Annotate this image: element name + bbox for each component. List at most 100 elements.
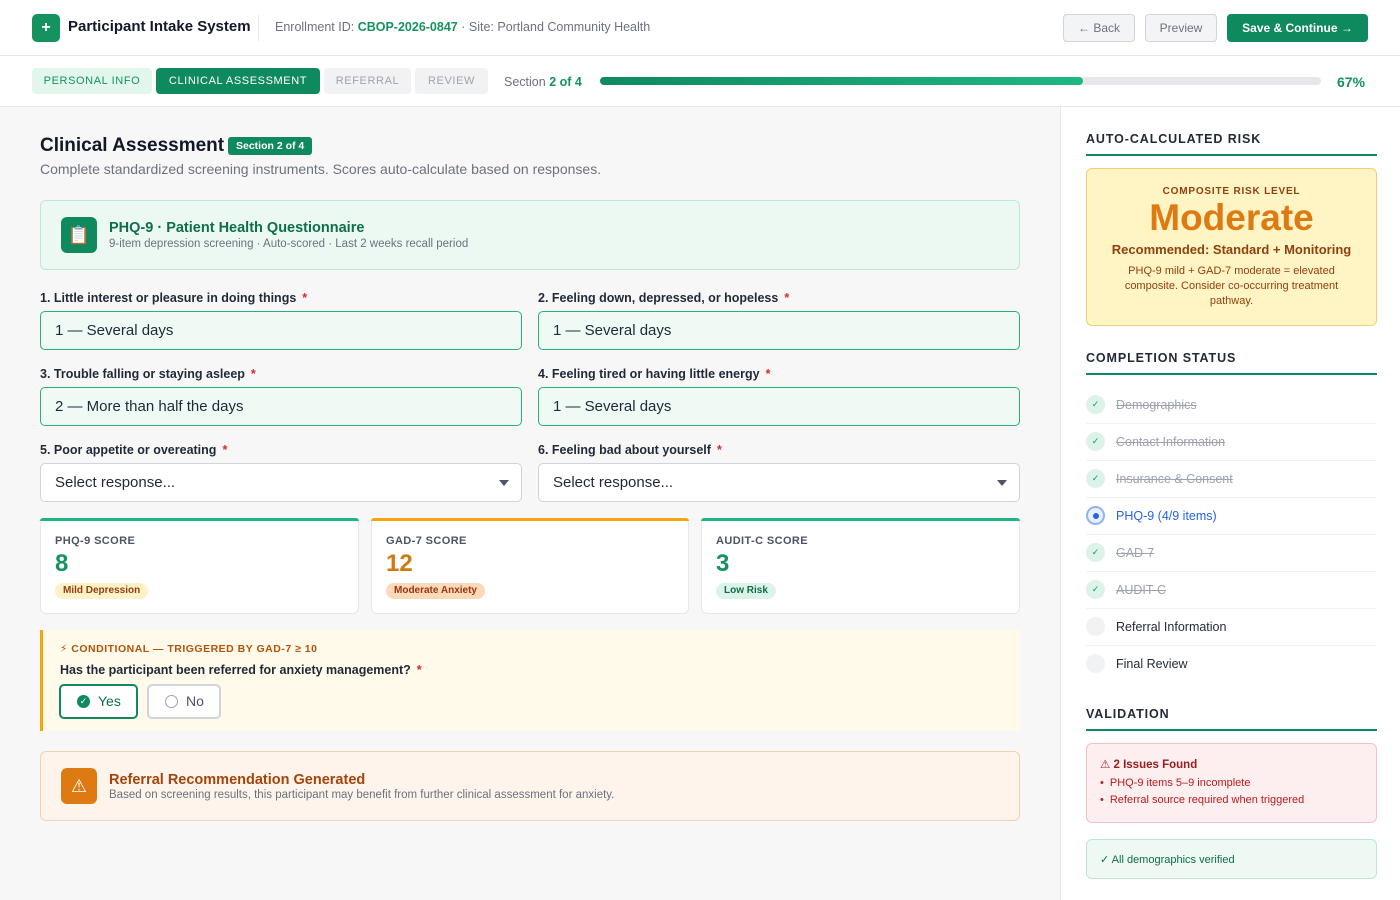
score-severity-badge: Low Risk xyxy=(716,583,776,599)
phq9-score-card: PHQ-9 SCORE 8 Mild Depression xyxy=(40,518,359,614)
referral-recommendation-card: ⚠ Referral Recommendation Generated Base… xyxy=(40,751,1020,821)
validation-issues-box: ⚠ 2 Issues Found • PHQ-9 items 5–9 incomp… xyxy=(1086,743,1377,823)
question-label: 5. Poor appetite or overeating * xyxy=(40,443,227,457)
score-accent-bar xyxy=(701,518,1020,521)
preview-button[interactable]: Preview xyxy=(1145,14,1217,42)
conditional-question-box: ⚡ CONDITIONAL — TRIGGERED BY GAD-7 ≥ 10 … xyxy=(40,630,1020,731)
question-text: 1. Little interest or pleasure in doing … xyxy=(40,291,297,305)
instrument-card: 📋 PHQ-9 · Patient Health Questionnaire 9… xyxy=(40,200,1020,270)
risk-level: Moderate xyxy=(1149,197,1314,238)
required-marker: * xyxy=(222,443,228,457)
score-severity-badge: Moderate Anxiety xyxy=(386,583,485,599)
radio-no[interactable]: No xyxy=(147,684,221,719)
validation-heading: VALIDATION xyxy=(1086,707,1170,721)
phq9-q3-field[interactable]: 2 — More than half the days xyxy=(40,387,522,426)
completion-heading-rule xyxy=(1086,373,1377,375)
required-marker: * xyxy=(784,291,790,305)
section-prefix: Section xyxy=(504,75,546,89)
progress-bar-fill xyxy=(600,77,1084,85)
tab-clinical-assessment[interactable]: CLINICAL ASSESSMENT xyxy=(156,68,320,94)
completion-item-label: Insurance & Consent xyxy=(1116,472,1233,486)
risk-heading-rule xyxy=(1086,154,1377,156)
clipboard-icon: 📋 xyxy=(61,217,97,253)
app-header: + Participant Intake System Enrollment I… xyxy=(0,0,1400,56)
phq9-q1-field[interactable]: 1 — Several days xyxy=(40,311,522,350)
conditional-heading: ⚡ CONDITIONAL — TRIGGERED BY GAD-7 ≥ 10 xyxy=(60,643,318,655)
question-label: 2. Feeling down, depressed, or hopeless * xyxy=(538,291,789,305)
completion-item-label: PHQ-9 (4/9 items) xyxy=(1116,509,1217,523)
completion-item-insurance[interactable]: ✓ Insurance & Consent xyxy=(1086,461,1377,498)
completion-item-phq9[interactable]: PHQ-9 (4/9 items) xyxy=(1086,498,1377,535)
completion-item-label: Demographics xyxy=(1116,398,1197,412)
risk-note: PHQ-9 mild + GAD-7 moderate = elevated c… xyxy=(1124,265,1339,307)
radio-checked-icon: ✓ xyxy=(77,695,90,708)
score-accent-bar xyxy=(40,518,359,521)
validation-ok-box: ✓ All demographics verified xyxy=(1086,839,1377,879)
completion-item-demographics[interactable]: ✓ Demographics xyxy=(1086,387,1377,424)
in-progress-icon xyxy=(1086,506,1105,525)
validation-item-text: PHQ-9 items 5–9 incomplete xyxy=(1109,777,1251,789)
save-continue-button[interactable]: Save & Continue → xyxy=(1227,14,1368,42)
tab-referral[interactable]: REFERRAL xyxy=(324,68,411,94)
audit-c-score-card: AUDIT-C SCORE 3 Low Risk xyxy=(701,518,1020,614)
score-value: 3 xyxy=(716,550,730,577)
phq9-q5-select[interactable]: Select response... xyxy=(40,463,522,502)
question-text: 3. Trouble falling or staying asleep xyxy=(40,367,245,381)
score-accent-bar xyxy=(371,518,689,521)
conditional-question-text: Has the participant been referred for an… xyxy=(60,663,411,677)
completion-item-gad7[interactable]: ✓ GAD-7 xyxy=(1086,535,1377,572)
radio-label: Yes xyxy=(98,693,121,709)
question-label: 6. Feeling bad about yourself * xyxy=(538,443,722,457)
instrument-subtitle: 9-item depression screening · Auto-score… xyxy=(109,238,469,250)
warning-icon: ⚠ xyxy=(61,768,97,804)
completion-item-final-review[interactable]: Final Review xyxy=(1086,646,1377,683)
app-title: Participant Intake System xyxy=(68,18,251,35)
question-label: 4. Feeling tired or having little energy… xyxy=(538,367,770,381)
enrollment-meta: Enrollment ID: CBOP-2026-0847 · Site: Po… xyxy=(275,20,650,34)
required-marker: * xyxy=(765,367,771,381)
enrollment-id: CBOP-2026-0847 xyxy=(357,20,458,34)
completion-heading: COMPLETION STATUS xyxy=(1086,351,1237,365)
tab-personal-info[interactable]: PERSONAL INFO xyxy=(32,68,152,94)
validation-item: • Referral source required when triggered xyxy=(1100,794,1304,806)
pending-icon xyxy=(1086,654,1105,673)
required-marker: * xyxy=(716,443,722,457)
validation-item: • PHQ-9 items 5–9 incomplete xyxy=(1100,777,1250,789)
chevron-down-icon xyxy=(997,480,1007,486)
back-button[interactable]: ← Back xyxy=(1063,14,1135,42)
phq9-q4-field[interactable]: 1 — Several days xyxy=(538,387,1020,426)
completion-item-label: Final Review xyxy=(1116,657,1188,671)
completion-item-audit-c[interactable]: ✓ AUDIT-C xyxy=(1086,572,1377,609)
question-label: 1. Little interest or pleasure in doing … xyxy=(40,291,307,305)
risk-kicker: COMPOSITE RISK LEVEL xyxy=(1162,186,1301,197)
score-label: AUDIT-C SCORE xyxy=(716,535,808,547)
select-placeholder: Select response... xyxy=(55,474,176,491)
score-label: GAD-7 SCORE xyxy=(386,535,467,547)
bullet-icon: • xyxy=(1100,794,1104,806)
check-icon: ✓ xyxy=(1086,469,1105,488)
progress-bar xyxy=(600,77,1321,85)
section-badge: Section 2 of 4 xyxy=(228,137,313,155)
phq9-q6-select[interactable]: Select response... xyxy=(538,463,1020,502)
radio-label: No xyxy=(186,693,204,709)
completion-item-contact[interactable]: ✓ Contact Information xyxy=(1086,424,1377,461)
page-title: Clinical Assessment xyxy=(40,135,225,156)
radio-unchecked-icon xyxy=(165,695,178,708)
required-marker: * xyxy=(302,291,308,305)
page-subtitle: Complete standardized screening instrume… xyxy=(40,161,602,177)
pending-icon xyxy=(1086,617,1105,636)
gad7-score-card: GAD-7 SCORE 12 Moderate Anxiety xyxy=(371,518,689,614)
validation-heading-rule xyxy=(1086,729,1377,731)
score-value: 12 xyxy=(386,550,413,577)
tab-review[interactable]: REVIEW xyxy=(415,68,488,94)
risk-recommendation: Recommended: Standard + Monitoring xyxy=(1111,242,1352,257)
completion-item-referral[interactable]: Referral Information xyxy=(1086,609,1377,646)
section-indicator: Section 2 of 4 xyxy=(504,75,582,89)
header-divider xyxy=(258,15,259,41)
validation-item-text: Referral source required when triggered xyxy=(1109,794,1305,806)
question-text: 6. Feeling bad about yourself xyxy=(538,443,711,457)
radio-yes[interactable]: ✓ Yes xyxy=(59,684,138,719)
phq9-q2-field[interactable]: 1 — Several days xyxy=(538,311,1020,350)
question-label: 3. Trouble falling or staying asleep * xyxy=(40,367,256,381)
referral-title: Referral Recommendation Generated xyxy=(109,772,366,788)
